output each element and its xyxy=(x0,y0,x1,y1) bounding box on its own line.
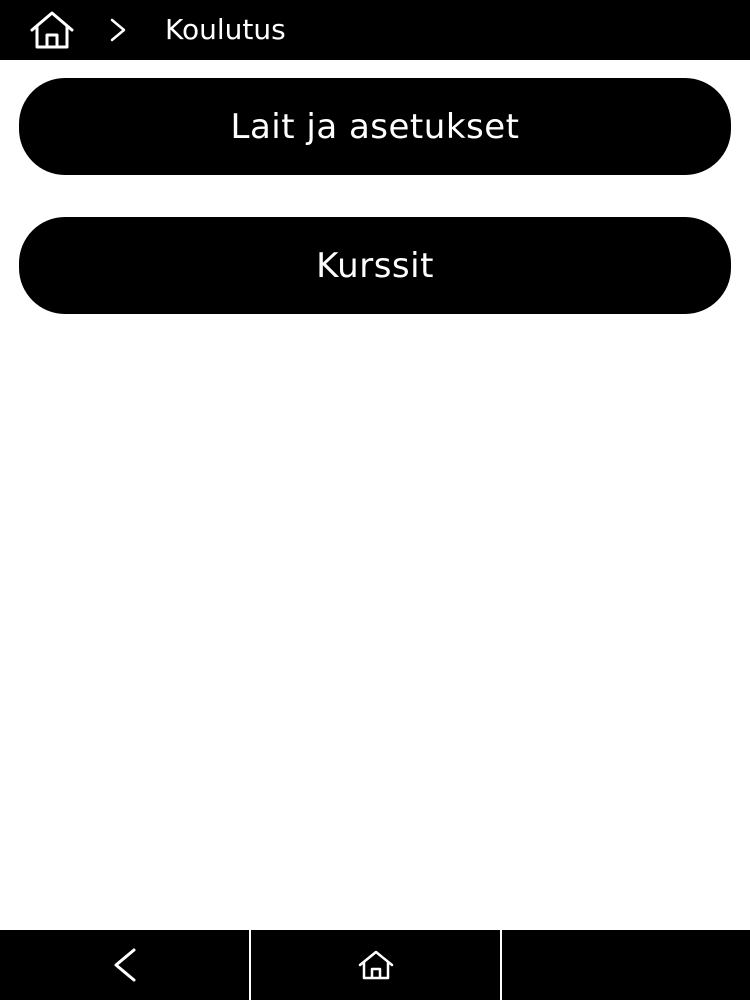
menu-button-label: Lait ja asetukset xyxy=(230,106,520,147)
page-title: Koulutus xyxy=(165,13,286,46)
chevron-left-icon xyxy=(114,948,135,982)
chevron-right-icon xyxy=(110,18,126,42)
nav-empty-slot xyxy=(502,930,750,1000)
bottom-nav-bar xyxy=(0,930,750,1000)
menu-button-kurssit[interactable]: Kurssit xyxy=(19,217,731,314)
screen: Koulutus Lait ja asetukset Kurssit xyxy=(0,0,750,1000)
menu-button-label: Kurssit xyxy=(316,245,434,286)
breadcrumb-separator xyxy=(104,14,132,46)
top-bar: Koulutus xyxy=(0,0,750,60)
menu-button-lait-ja-asetukset[interactable]: Lait ja asetukset xyxy=(19,78,731,175)
home-icon xyxy=(358,950,393,980)
home-button[interactable] xyxy=(251,930,500,1000)
header-home-button[interactable] xyxy=(26,8,78,52)
home-icon xyxy=(30,11,74,49)
back-button[interactable] xyxy=(0,930,249,1000)
